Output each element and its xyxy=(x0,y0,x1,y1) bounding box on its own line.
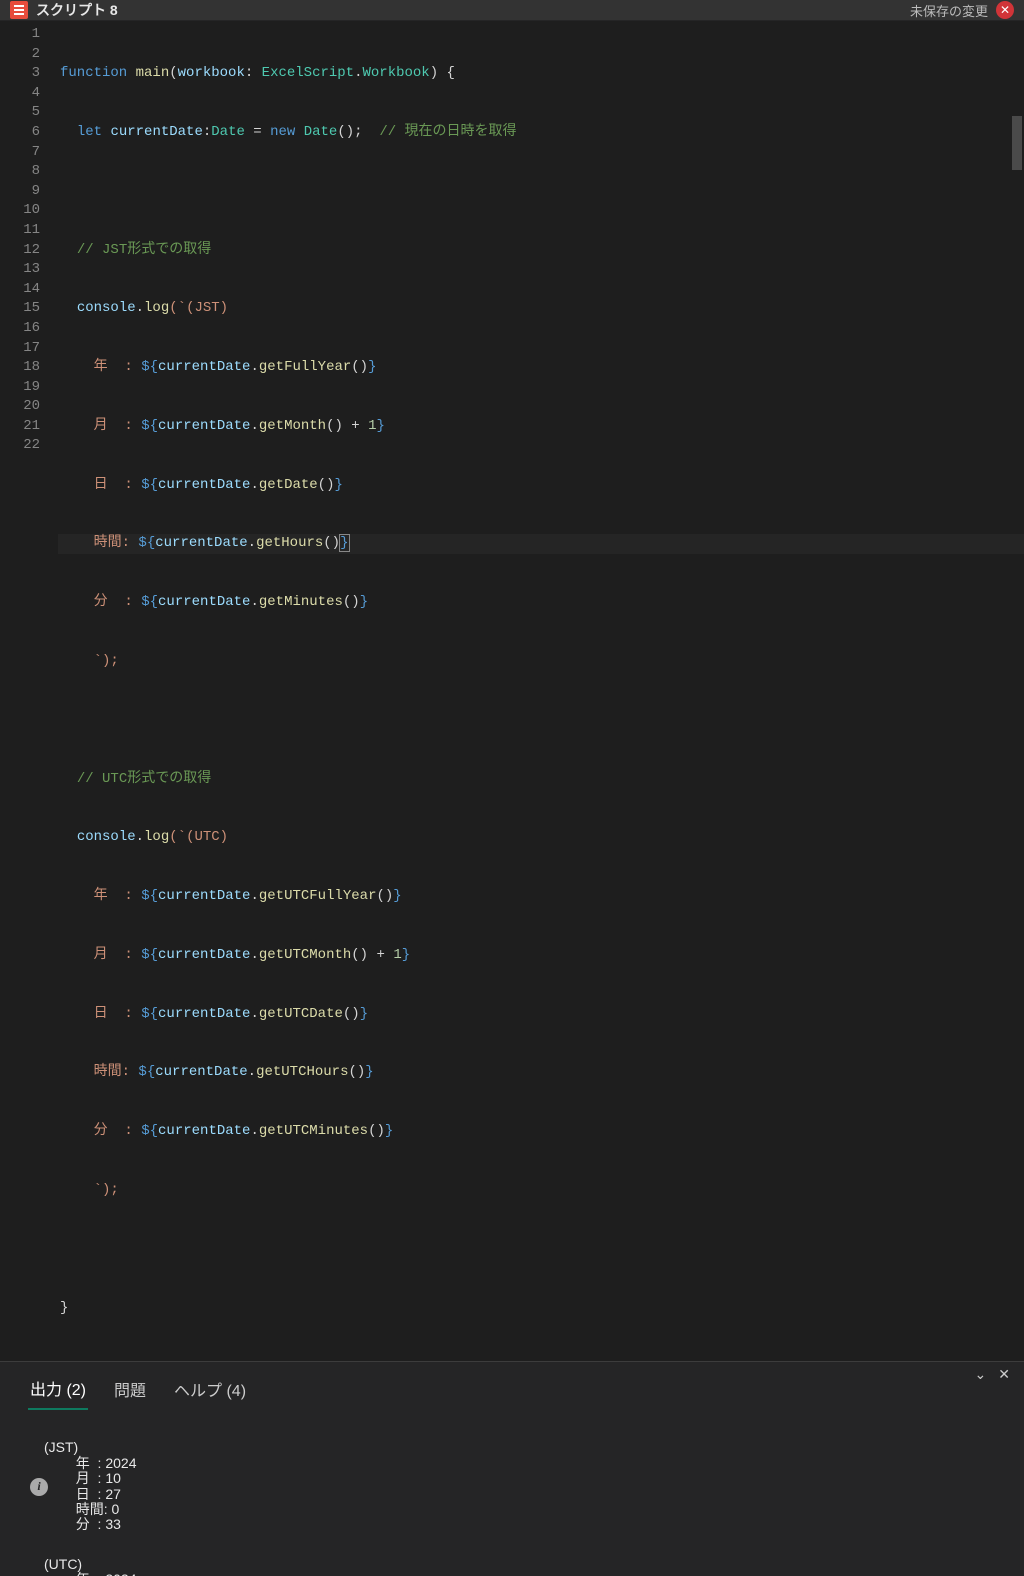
line-number: 10 xyxy=(0,201,40,221)
code-line: 分 : ${currentDate.getMinutes()} xyxy=(58,593,1024,613)
code-line: let currentDate:Date = new Date(); // 現在… xyxy=(58,123,1024,143)
line-number: 14 xyxy=(0,280,40,300)
panel-actions: ⌄ ✕ xyxy=(975,1366,1010,1383)
line-number: 5 xyxy=(0,103,40,123)
line-number: 15 xyxy=(0,299,40,319)
info-icon: i xyxy=(30,1478,48,1496)
line-number: 18 xyxy=(0,358,40,378)
output-entry: i (JST) 年 : 2024 月 : 10 日 : 27 時間: 0 分 :… xyxy=(30,1440,1004,1532)
panel-tabs: 出力 (2) 問題 ヘルプ (4) ⌄ ✕ xyxy=(0,1362,1024,1410)
code-line-active: 時間: ${currentDate.getHours()} xyxy=(58,534,1024,554)
line-number: 22 xyxy=(0,436,40,456)
code-line: console.log(`(JST) xyxy=(58,299,1024,319)
script-icon xyxy=(10,1,28,19)
unsaved-label: 未保存の変更 xyxy=(910,1,988,20)
chevron-down-icon[interactable]: ⌄ xyxy=(975,1366,987,1383)
close-panel-icon[interactable]: ✕ xyxy=(998,1366,1010,1383)
code-line: function main(workbook: ExcelScript.Work… xyxy=(58,64,1024,84)
tab-output[interactable]: 出力 (2) xyxy=(28,1368,88,1410)
vertical-scrollbar[interactable] xyxy=(1010,30,1024,470)
output-entry: i (UTC) 年 : 2024 月 : 10 日 : 26 時間: 15 分 … xyxy=(30,1557,1004,1576)
tab-help[interactable]: ヘルプ (4) xyxy=(172,1369,248,1409)
code-line: } xyxy=(58,1299,1024,1319)
code-line: // UTC形式での取得 xyxy=(58,770,1024,790)
tab-problems[interactable]: 問題 xyxy=(112,1369,148,1409)
bottom-panel: 出力 (2) 問題 ヘルプ (4) ⌄ ✕ i (JST) 年 : 2024 月… xyxy=(0,1361,1024,1576)
output-text: (UTC) 年 : 2024 月 : 10 日 : 26 時間: 15 分 : … xyxy=(68,1557,136,1576)
code-line: 月 : ${currentDate.getUTCMonth() + 1} xyxy=(58,946,1024,966)
code-editor[interactable]: 1 2 3 4 5 6 7 8 9 10 11 12 13 14 15 16 1… xyxy=(0,21,1024,1361)
scrollbar-thumb[interactable] xyxy=(1012,116,1022,170)
code-line xyxy=(58,182,1024,202)
line-number: 7 xyxy=(0,143,40,163)
code-line: 日 : ${currentDate.getUTCDate()} xyxy=(58,1005,1024,1025)
line-number: 2 xyxy=(0,45,40,65)
line-number: 3 xyxy=(0,64,40,84)
line-number: 4 xyxy=(0,84,40,104)
line-number: 17 xyxy=(0,339,40,359)
code-line: `); xyxy=(58,1181,1024,1201)
code-line: 日 : ${currentDate.getDate()} xyxy=(58,476,1024,496)
code-line: 分 : ${currentDate.getUTCMinutes()} xyxy=(58,1122,1024,1142)
line-number: 13 xyxy=(0,260,40,280)
line-number-gutter: 1 2 3 4 5 6 7 8 9 10 11 12 13 14 15 16 1… xyxy=(0,21,58,1361)
line-number: 20 xyxy=(0,397,40,417)
script-title: スクリプト 8 xyxy=(36,0,910,20)
code-line: `); xyxy=(58,652,1024,672)
code-line: 年 : ${currentDate.getFullYear()} xyxy=(58,358,1024,378)
line-number: 1 xyxy=(0,25,40,45)
titlebar: スクリプト 8 未保存の変更 ✕ xyxy=(0,0,1024,21)
line-number: 11 xyxy=(0,221,40,241)
line-number: 12 xyxy=(0,241,40,261)
line-number: 19 xyxy=(0,378,40,398)
code-line: console.log(`(UTC) xyxy=(58,828,1024,848)
line-number: 6 xyxy=(0,123,40,143)
code-line xyxy=(58,1240,1024,1260)
code-area[interactable]: function main(workbook: ExcelScript.Work… xyxy=(58,21,1024,1361)
line-number: 16 xyxy=(0,319,40,339)
code-line: 年 : ${currentDate.getUTCFullYear()} xyxy=(58,887,1024,907)
code-line: 月 : ${currentDate.getMonth() + 1} xyxy=(58,417,1024,437)
code-line xyxy=(58,711,1024,731)
close-icon[interactable]: ✕ xyxy=(996,1,1014,19)
line-number: 8 xyxy=(0,162,40,182)
line-number: 21 xyxy=(0,417,40,437)
output-area: i (JST) 年 : 2024 月 : 10 日 : 27 時間: 0 分 :… xyxy=(0,1410,1024,1576)
line-number: 9 xyxy=(0,182,40,202)
code-line: 時間: ${currentDate.getUTCHours()} xyxy=(58,1063,1024,1083)
output-text: (JST) 年 : 2024 月 : 10 日 : 27 時間: 0 分 : 3… xyxy=(68,1440,136,1532)
code-line: // JST形式での取得 xyxy=(58,241,1024,261)
